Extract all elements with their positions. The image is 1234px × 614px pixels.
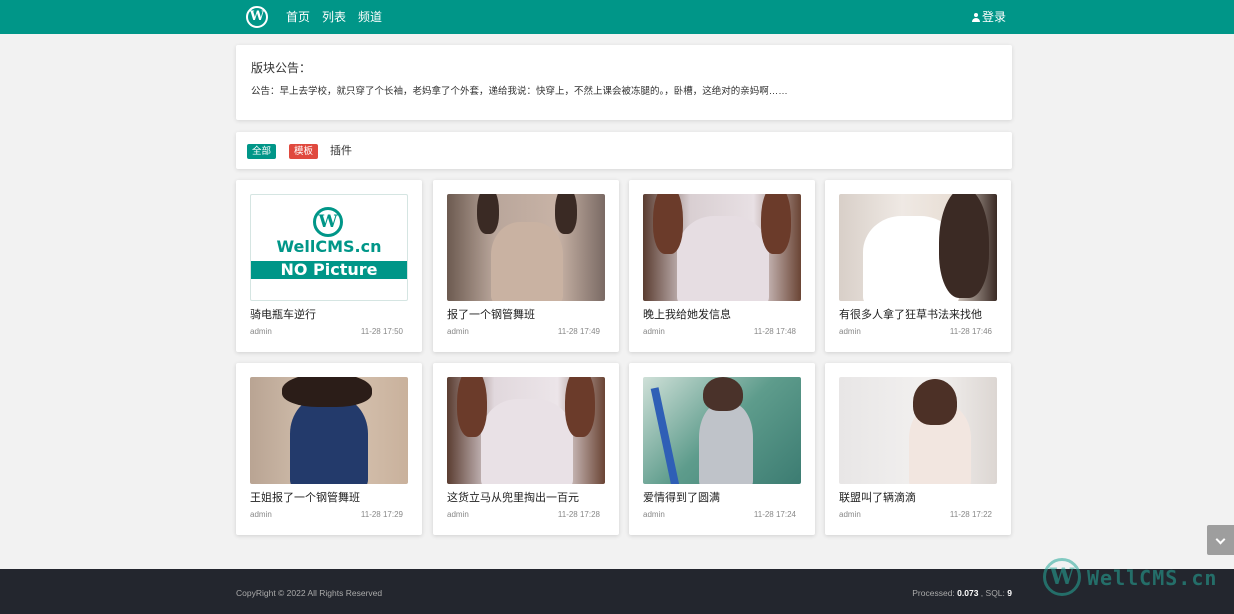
notice-text: 公告：早上去学校，就只穿了个长袖，老妈拿了个外套，递给我说：快穿上，不然上课会被… [251, 86, 788, 97]
processed-stats: Processed: 0.073 , SQL: 9 [912, 588, 1012, 598]
article-card[interactable]: 有很多人拿了狂草书法来找他 admin 11-28 17:46 [825, 180, 1011, 352]
card-date: 11-28 17:22 [949, 510, 992, 519]
card-date: 11-28 17:48 [753, 327, 796, 336]
thumbnail-image[interactable] [447, 377, 605, 484]
card-author: admin [250, 510, 272, 519]
article-card[interactable]: 晚上我给她发信息 admin 11-28 17:48 [629, 180, 815, 352]
sql-label: , SQL: [978, 588, 1008, 598]
card-date: 11-28 17:46 [949, 327, 992, 336]
no-picture-thumbnail[interactable]: W WellCMS.cn NO Picture [250, 194, 408, 301]
user-icon [971, 13, 980, 22]
nav-link-list[interactable]: 列表 [322, 10, 346, 24]
card-title[interactable]: 有很多人拿了狂草书法来找他 [839, 306, 982, 322]
board-notice: 版块公告： 公告：早上去学校，就只穿了个长袖，老妈拿了个外套，递给我说：快穿上，… [236, 45, 1012, 120]
nav-link-channel[interactable]: 频道 [358, 10, 382, 24]
processed-label: Processed: [912, 588, 958, 598]
copyright-text: CopyRight © 2022 All Rights Reserved [236, 588, 383, 598]
card-date: 11-28 17:28 [557, 510, 600, 519]
card-author: admin [643, 327, 665, 336]
notice-title: 版块公告： [251, 61, 312, 75]
watermark-text: WellCMS.cn [1087, 566, 1218, 590]
thumbnail-image[interactable] [643, 377, 801, 484]
thumbnail-image[interactable] [643, 194, 801, 301]
thumbnail-image[interactable] [839, 377, 997, 484]
filter-tag-plugin[interactable]: 插件 [330, 144, 352, 159]
site-logo-icon[interactable]: W [246, 6, 268, 28]
chevron-down-icon[interactable] [1207, 525, 1234, 555]
watermark-logo-icon: W [1043, 558, 1081, 596]
thumbnail-image[interactable] [839, 194, 997, 301]
card-title[interactable]: 联盟叫了辆滴滴 [839, 489, 916, 505]
article-card[interactable]: 联盟叫了辆滴滴 admin 11-28 17:22 [825, 363, 1011, 535]
card-title[interactable]: 王姐报了一个钢管舞班 [250, 489, 360, 505]
article-card[interactable]: 报了一个钢管舞班 admin 11-28 17:49 [433, 180, 619, 352]
nopic-label: NO Picture [251, 261, 407, 279]
card-author: admin [447, 510, 469, 519]
card-title[interactable]: 爱情得到了圆满 [643, 489, 720, 505]
thumbnail-image[interactable] [447, 194, 605, 301]
filter-tag-template[interactable]: 模板 [289, 144, 319, 159]
article-card[interactable]: 王姐报了一个钢管舞班 admin 11-28 17:29 [236, 363, 422, 535]
card-author: admin [643, 510, 665, 519]
article-card[interactable]: 这货立马从兜里掏出一百元 admin 11-28 17:28 [433, 363, 619, 535]
article-card[interactable]: W WellCMS.cn NO Picture 骑电瓶车逆行 admin 11-… [236, 180, 422, 352]
card-author: admin [250, 327, 272, 336]
card-title[interactable]: 晚上我给她发信息 [643, 306, 731, 322]
card-author: admin [447, 327, 469, 336]
nopic-brand: WellCMS.cn [276, 237, 382, 256]
card-title[interactable]: 报了一个钢管舞班 [447, 306, 535, 322]
filter-tag-all[interactable]: 全部 [247, 144, 277, 159]
sql-value: 9 [1007, 588, 1012, 598]
card-date: 11-28 17:50 [360, 327, 403, 336]
article-card[interactable]: 爱情得到了圆满 admin 11-28 17:24 [629, 363, 815, 535]
card-date: 11-28 17:49 [557, 327, 600, 336]
thumbnail-image[interactable] [250, 377, 408, 484]
card-date: 11-28 17:29 [360, 510, 403, 519]
login-link[interactable]: 登录 [971, 10, 1006, 24]
wellcms-watermark: W WellCMS.cn [1043, 558, 1233, 598]
card-title[interactable]: 骑电瓶车逆行 [250, 306, 316, 322]
navbar-inner: W 首页 列表 频道 登录 [236, 0, 1012, 34]
processed-value: 0.073 [957, 588, 979, 598]
card-author: admin [839, 327, 861, 336]
login-label: 登录 [981, 10, 1006, 24]
wellcms-logo-icon: W [313, 207, 343, 237]
card-author: admin [839, 510, 861, 519]
card-date: 11-28 17:24 [753, 510, 796, 519]
top-navbar: W 首页 列表 频道 登录 [0, 0, 1234, 34]
card-title[interactable]: 这货立马从兜里掏出一百元 [447, 489, 579, 505]
nav-link-home[interactable]: 首页 [286, 10, 310, 24]
category-filter-bar: 全部 模板 插件 [236, 132, 1012, 169]
